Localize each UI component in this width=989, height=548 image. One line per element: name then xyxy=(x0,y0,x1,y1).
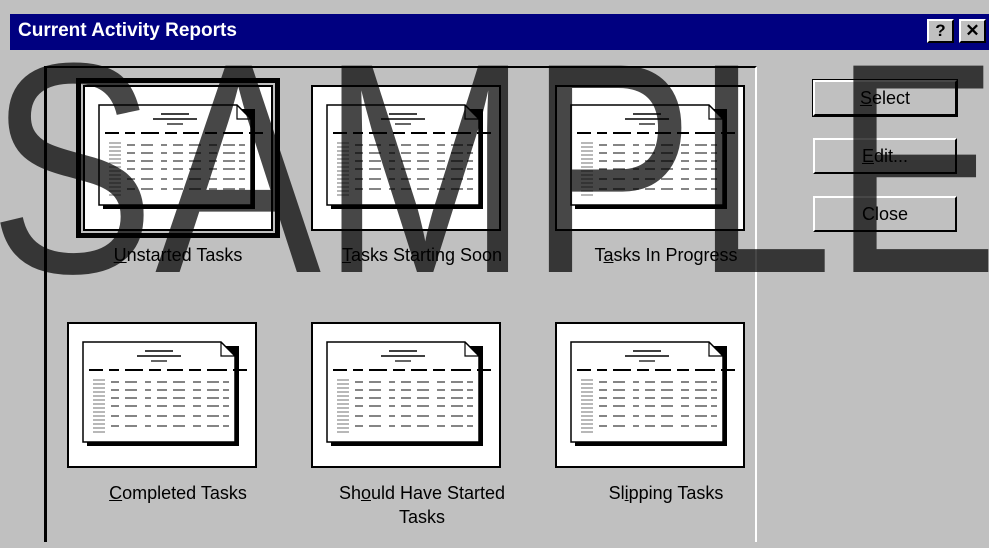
report-tile-tasks-in-progress[interactable]: Tasks In Progress xyxy=(546,80,786,310)
close-button[interactable]: Close xyxy=(813,196,957,232)
title-bar: Current Activity Reports ? ✕ xyxy=(10,14,989,50)
accelerator-key: C xyxy=(109,483,123,503)
report-page-icon xyxy=(98,104,263,209)
report-label: Should Have Started Tasks xyxy=(338,483,506,527)
report-thumbnail xyxy=(555,85,745,231)
report-page-icon xyxy=(570,341,735,446)
report-label: Tasks Starting Soon xyxy=(341,245,503,265)
report-page-icon xyxy=(326,104,491,209)
accelerator-key: a xyxy=(603,245,614,265)
report-label: Completed Tasks xyxy=(109,483,247,503)
report-thumbnail xyxy=(67,322,257,468)
report-tile-slipping-tasks[interactable]: Slipping Tasks xyxy=(546,318,786,548)
report-page-icon xyxy=(570,104,735,209)
report-label: Tasks In Progress xyxy=(594,245,738,265)
accelerator-key: T xyxy=(341,245,351,265)
close-icon: ✕ xyxy=(965,21,980,40)
close-button-label: Close xyxy=(861,203,909,224)
report-tile-tasks-starting-soon[interactable]: Tasks Starting Soon xyxy=(302,80,542,310)
accelerator-key: i xyxy=(624,483,629,503)
select-button-label: Select xyxy=(859,87,911,108)
report-gallery: Unstarted Tasks Tasks Starting Soon Task… xyxy=(44,66,757,542)
report-page-icon xyxy=(326,341,491,446)
report-tile-completed-tasks[interactable]: Completed Tasks xyxy=(58,318,298,548)
report-thumbnail xyxy=(311,85,501,231)
accelerator-key: U xyxy=(113,245,127,265)
select-button[interactable]: Select xyxy=(812,79,958,117)
report-label: Unstarted Tasks xyxy=(113,245,243,265)
report-thumbnail xyxy=(76,78,280,238)
report-label: Slipping Tasks xyxy=(608,483,724,503)
report-tile-unstarted-tasks[interactable]: Unstarted Tasks xyxy=(58,78,298,310)
edit-button-label: Edit... xyxy=(861,145,909,166)
current-activity-reports-dialog: Current Activity Reports ? ✕ Unstarted T… xyxy=(0,0,989,547)
report-thumbnail xyxy=(311,322,501,468)
window-title: Current Activity Reports xyxy=(18,20,237,41)
accelerator-key: o xyxy=(360,483,371,503)
report-page-icon xyxy=(82,341,247,446)
help-button[interactable]: ? xyxy=(927,19,954,43)
help-icon: ? xyxy=(935,21,946,40)
close-window-button[interactable]: ✕ xyxy=(959,19,986,43)
report-thumbnail xyxy=(555,322,745,468)
edit-button[interactable]: Edit... xyxy=(813,138,957,174)
report-tile-should-have-started-tasks[interactable]: Should Have Started Tasks xyxy=(302,318,542,548)
